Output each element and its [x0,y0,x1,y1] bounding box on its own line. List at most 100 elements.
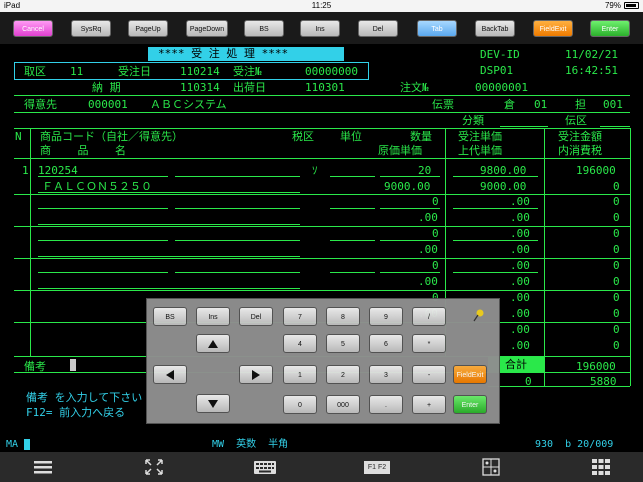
arrow-right-icon [252,369,260,380]
line-tax: 0 [613,180,620,193]
customer-name: ＡＢＣシステム [150,98,227,111]
keypad-del[interactable]: Del [239,307,273,326]
col-unit: 単位 [340,130,362,143]
col-n: N [15,130,22,143]
keypad-right-arrow[interactable] [239,365,273,384]
blank-retail-6[interactable]: .00 [510,339,530,352]
arrow-down-icon [208,399,218,408]
keypad-1[interactable]: 1 [283,365,317,384]
staff-value[interactable]: 001 [603,98,623,111]
line-order-amount: 196000 [576,164,616,177]
backtab-button[interactable]: BackTab [475,20,515,37]
keypad-plus[interactable]: + [412,395,446,414]
blank-cost-2[interactable]: .00 [418,211,438,224]
keypad-ins[interactable]: Ins [196,307,230,326]
keypad-6[interactable]: 6 [369,334,403,353]
blank-cost-4[interactable]: .00 [418,275,438,288]
pagedown-button[interactable]: PageDown [186,20,228,37]
screen-title-bar: **** 受 注 処 理 **** [148,47,344,61]
keypad-2[interactable]: 2 [326,365,360,384]
del-button[interactable]: Del [358,20,398,37]
function-keys-icon[interactable]: F1 F2 [362,457,392,477]
keypad-star[interactable]: * [412,334,446,353]
blank-price-5[interactable]: .00 [510,291,530,304]
fieldexit-button[interactable]: FieldExit [533,20,573,37]
message-input-remarks: 備考 を入力して下さい [26,391,143,404]
keypad-7[interactable]: 7 [283,307,317,326]
keypad-fieldexit[interactable]: FieldExit [453,365,487,384]
keypad-dot[interactable]: . [369,395,403,414]
ship-date-value[interactable]: 110301 [305,81,345,94]
keypad-minus[interactable]: - [412,365,446,384]
delivery-value[interactable]: 110314 [180,81,220,94]
keypad-up-arrow[interactable] [196,334,230,353]
category-label: 分類 [462,114,484,127]
cancel-button[interactable]: Cancel [13,20,53,37]
character-mode-icon[interactable] [478,457,504,477]
blank-retail-3[interactable]: .00 [510,243,530,256]
purchase-no-value[interactable]: 00000001 [475,81,528,94]
bottom-navigation: F1 F2 [0,452,643,482]
blank-price-3[interactable]: .00 [510,227,530,240]
keypad-0[interactable]: 0 [283,395,317,414]
warehouse-value[interactable]: 01 [534,98,547,111]
col-product-code: 商品コード（自社／得意先） [40,130,183,143]
menu-icon[interactable] [30,457,56,477]
delivery-label: 納 期 [92,81,121,94]
message-f12-back: F12= 前入力へ戻る [26,406,126,419]
order-no-label: 受注№ [233,65,262,78]
keypad-5[interactable]: 5 [326,334,360,353]
ins-button[interactable]: Ins [300,20,340,37]
blank-price-4[interactable]: .00 [510,259,530,272]
blank-retail-4[interactable]: .00 [510,275,530,288]
line-retail[interactable]: 9000.00 [480,180,526,193]
keypad-left-arrow[interactable] [153,365,187,384]
customer-label: 得意先 [24,98,57,111]
arrow-up-icon [208,339,218,348]
keypad-000[interactable]: 000 [326,395,360,414]
blank-retail-2[interactable]: .00 [510,211,530,224]
staff-label: 担 [575,98,586,111]
blank-amount-3: 0 [613,227,620,240]
purchase-no-label: 注文№ [400,81,429,94]
sysrq-button[interactable]: SysRq [71,20,111,37]
status-mode: MA [6,439,19,450]
keyboard-icon[interactable] [252,457,278,477]
col-cost: 原価単価 [378,144,422,157]
keypad-3[interactable]: 3 [369,365,403,384]
blank-retail-5[interactable]: .00 [510,307,530,320]
blank-qty-3[interactable]: 0 [432,227,439,240]
grid-icon[interactable] [588,457,614,477]
total-label: 合計 [505,358,527,371]
arrow-left-icon [166,369,174,380]
fullscreen-icon[interactable] [141,457,167,477]
blank-qty-4[interactable]: 0 [432,259,439,272]
blank-price-2[interactable]: .00 [510,195,530,208]
enter-button[interactable]: Enter [590,20,630,37]
keypad-9[interactable]: 9 [369,307,403,326]
blank-tax-2: 0 [613,211,620,224]
customer-code[interactable]: 000001 [88,98,128,111]
keypad-bs[interactable]: BS [153,307,187,326]
pageup-button[interactable]: PageUp [128,20,168,37]
order-date-value[interactable]: 110214 [180,65,220,78]
blank-cost-3[interactable]: .00 [418,243,438,256]
order-no-value[interactable]: 00000000 [305,65,358,78]
pin-icon[interactable] [473,307,485,322]
blank-amount-6: 0 [613,323,620,336]
keypad-8[interactable]: 8 [326,307,360,326]
warehouse-label: 倉 [504,98,515,111]
line-tax-code[interactable]: ｿ [312,164,318,177]
tab-button[interactable]: Tab [417,20,457,37]
bs-button[interactable]: BS [244,20,284,37]
keypad-enter[interactable]: Enter [453,395,487,414]
keypad-slash[interactable]: / [412,307,446,326]
blank-price-6[interactable]: .00 [510,323,530,336]
line-cost[interactable]: 9000.00 [384,180,430,193]
terminal-status-line: MA MW 英数 半角 930 b 20/009 [0,436,643,452]
keypad-down-arrow[interactable] [196,394,230,413]
blank-qty-2[interactable]: 0 [432,195,439,208]
torikubun-value[interactable]: 11 [70,65,83,78]
keypad-4[interactable]: 4 [283,334,317,353]
function-toolbar: Cancel SysRq PageUp PageDown BS Ins Del … [0,12,643,44]
